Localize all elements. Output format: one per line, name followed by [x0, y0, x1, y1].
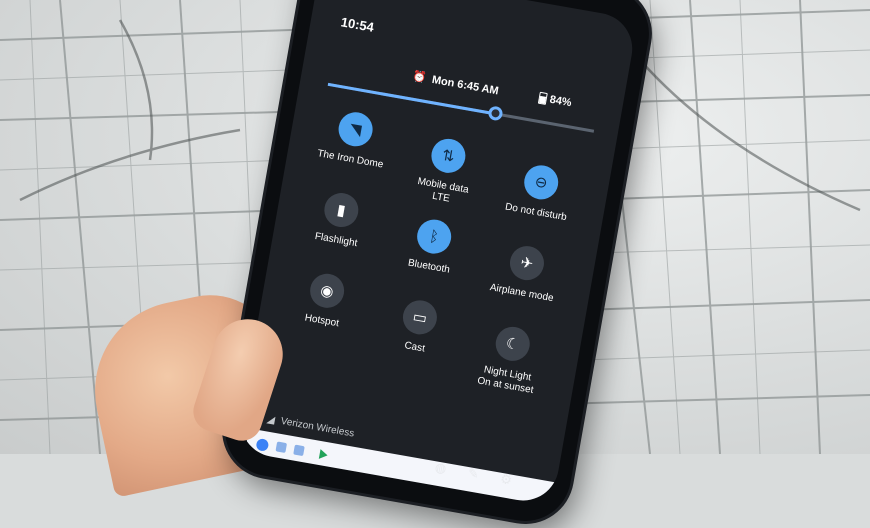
tile-label: Do not disturb — [504, 201, 568, 224]
brightness-handle[interactable] — [487, 105, 504, 122]
app-icon — [275, 441, 288, 454]
cast-icon: ▭ — [400, 297, 440, 338]
moon-icon: ☾ — [493, 324, 533, 364]
hotspot-icon: ◉ — [307, 271, 347, 311]
alarm-clock-icon: ⏰ — [411, 70, 428, 85]
notification-strip[interactable] — [242, 428, 565, 507]
do-not-disturb-icon: ⊖ — [521, 162, 561, 203]
tile-airplane-mode[interactable]: ✈ Airplane mode — [476, 239, 574, 308]
wifi-icon: ◥ — [335, 109, 376, 149]
signal-icon — [266, 414, 276, 425]
app-icon — [293, 444, 305, 457]
tile-flashlight[interactable]: ▮ Flashlight — [291, 186, 389, 255]
tile-do-not-disturb[interactable]: ⊖ Do not disturb — [490, 158, 588, 227]
tile-label: Flashlight — [314, 230, 359, 250]
alarm-text: Mon 6:45 AM — [431, 73, 500, 97]
tile-label: The Iron Dome — [316, 148, 385, 171]
tile-hotspot[interactable]: ◉ Hotspot — [276, 266, 374, 335]
tile-label: Hotspot — [303, 312, 340, 330]
tile-mobile-data[interactable]: ⇅ Mobile data LTE — [396, 131, 496, 212]
tile-label: Bluetooth — [407, 257, 451, 276]
status-time: 10:54 — [339, 14, 376, 35]
battery-percent: 84% — [548, 93, 573, 110]
tile-night-light[interactable]: ☾ Night Light On at sunset — [460, 319, 560, 400]
battery-icon — [537, 91, 548, 105]
tile-bluetooth[interactable]: ᛒ Bluetooth — [383, 212, 481, 281]
bluetooth-icon: ᛒ — [414, 216, 454, 257]
tile-cast[interactable]: ▭ Cast — [369, 293, 467, 362]
tile-label: Cast — [403, 340, 426, 355]
airplane-icon: ✈ — [507, 243, 547, 283]
next-alarm[interactable]: ⏰ Mon 6:45 AM — [412, 70, 500, 98]
play-store-icon — [318, 449, 329, 461]
edit-icon[interactable]: ✎ — [467, 465, 480, 483]
battery-status: 84% — [537, 91, 573, 110]
app-icon — [255, 437, 270, 452]
phone-screen: 10:54 ⏰ Mon 6:45 AM 84% ◥ The Iron Dome … — [235, 0, 638, 507]
tile-wifi[interactable]: ◥ The Iron Dome — [305, 105, 403, 174]
flashlight-icon: ▮ — [321, 190, 362, 230]
tile-label: Airplane mode — [488, 282, 555, 305]
avatar[interactable]: ◍ — [434, 459, 448, 477]
mobile-data-icon: ⇅ — [428, 136, 469, 176]
